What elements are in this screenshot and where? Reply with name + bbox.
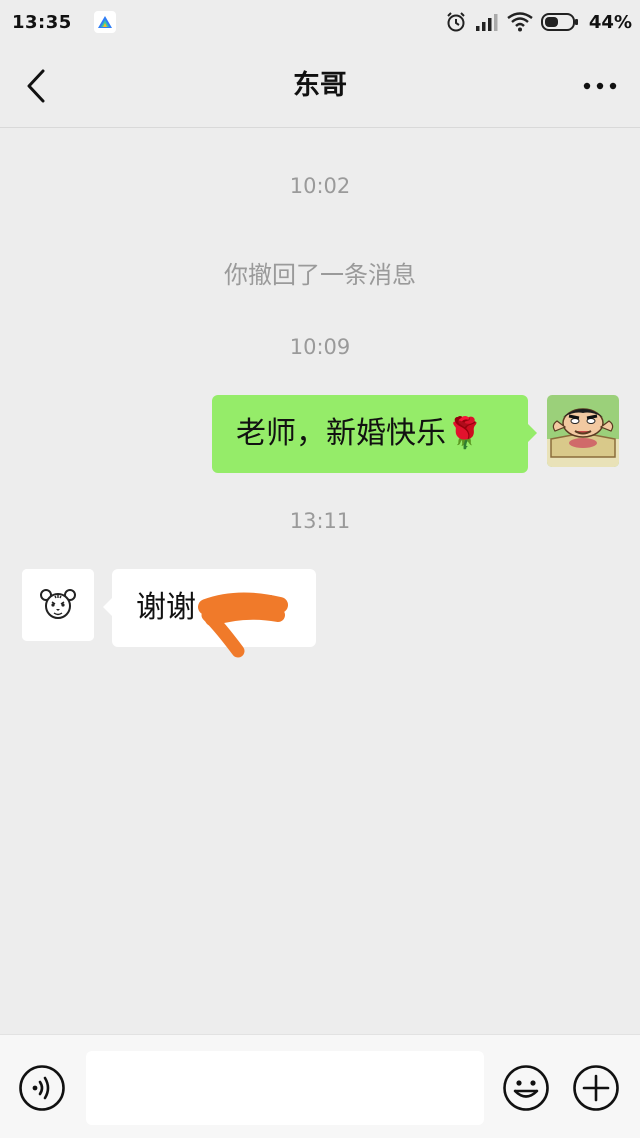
wifi-icon bbox=[507, 12, 533, 32]
my-avatar[interactable] bbox=[547, 395, 619, 467]
status-bar: 13:35 44% bbox=[0, 0, 640, 44]
alarm-icon bbox=[447, 12, 465, 32]
status-icons: 44% bbox=[445, 0, 632, 44]
more-dots-icon bbox=[583, 82, 617, 90]
signal-icon bbox=[475, 14, 498, 31]
cartoon-boy-avatar-icon bbox=[547, 395, 619, 467]
battery-percent: 44% bbox=[588, 11, 632, 33]
timestamp: 13:11 bbox=[289, 509, 351, 533]
incoming-message-text: 谢谢 bbox=[136, 590, 196, 625]
contact-avatar[interactable] bbox=[22, 569, 94, 641]
timestamp: 10:09 bbox=[289, 335, 351, 359]
redaction-scribble bbox=[198, 592, 288, 658]
plus-icon bbox=[573, 1065, 619, 1111]
voice-button[interactable] bbox=[18, 1064, 66, 1112]
chat-title: 东哥 bbox=[293, 70, 347, 101]
emoji-button[interactable] bbox=[502, 1064, 550, 1112]
status-time: 13:35 bbox=[12, 11, 72, 33]
tiger-face-avatar-icon bbox=[22, 569, 94, 641]
chevron-left-icon bbox=[27, 69, 45, 103]
incoming-message-bubble[interactable]: 谢谢! bbox=[103, 569, 316, 658]
input-bar bbox=[0, 1034, 640, 1138]
timestamp: 10:02 bbox=[289, 174, 351, 198]
back-button[interactable] bbox=[18, 66, 54, 106]
outgoing-message-bubble[interactable]: 老师，新婚快乐🌹 bbox=[212, 395, 537, 473]
voice-icon bbox=[19, 1065, 65, 1111]
emoji-icon bbox=[503, 1065, 549, 1111]
more-functions-button[interactable] bbox=[572, 1064, 620, 1112]
nav-bar: 东哥 bbox=[0, 44, 640, 128]
more-button[interactable] bbox=[580, 72, 620, 100]
recall-notice: 你撤回了一条消息 bbox=[224, 261, 416, 289]
battery-icon bbox=[540, 13, 578, 31]
message-input[interactable] bbox=[86, 1051, 484, 1125]
message-list[interactable]: 10:02 你撤回了一条消息 10:09 老师，新婚快乐🌹 13:11 谢谢 ! bbox=[0, 129, 640, 1034]
chat-screen: 13:35 44% 东哥 10:02 你撤回了一条消息 10:09 老师，新婚快… bbox=[0, 0, 640, 1138]
app-notification-icon bbox=[93, 11, 116, 33]
outgoing-message-text: 老师，新婚快乐🌹 bbox=[236, 416, 484, 451]
